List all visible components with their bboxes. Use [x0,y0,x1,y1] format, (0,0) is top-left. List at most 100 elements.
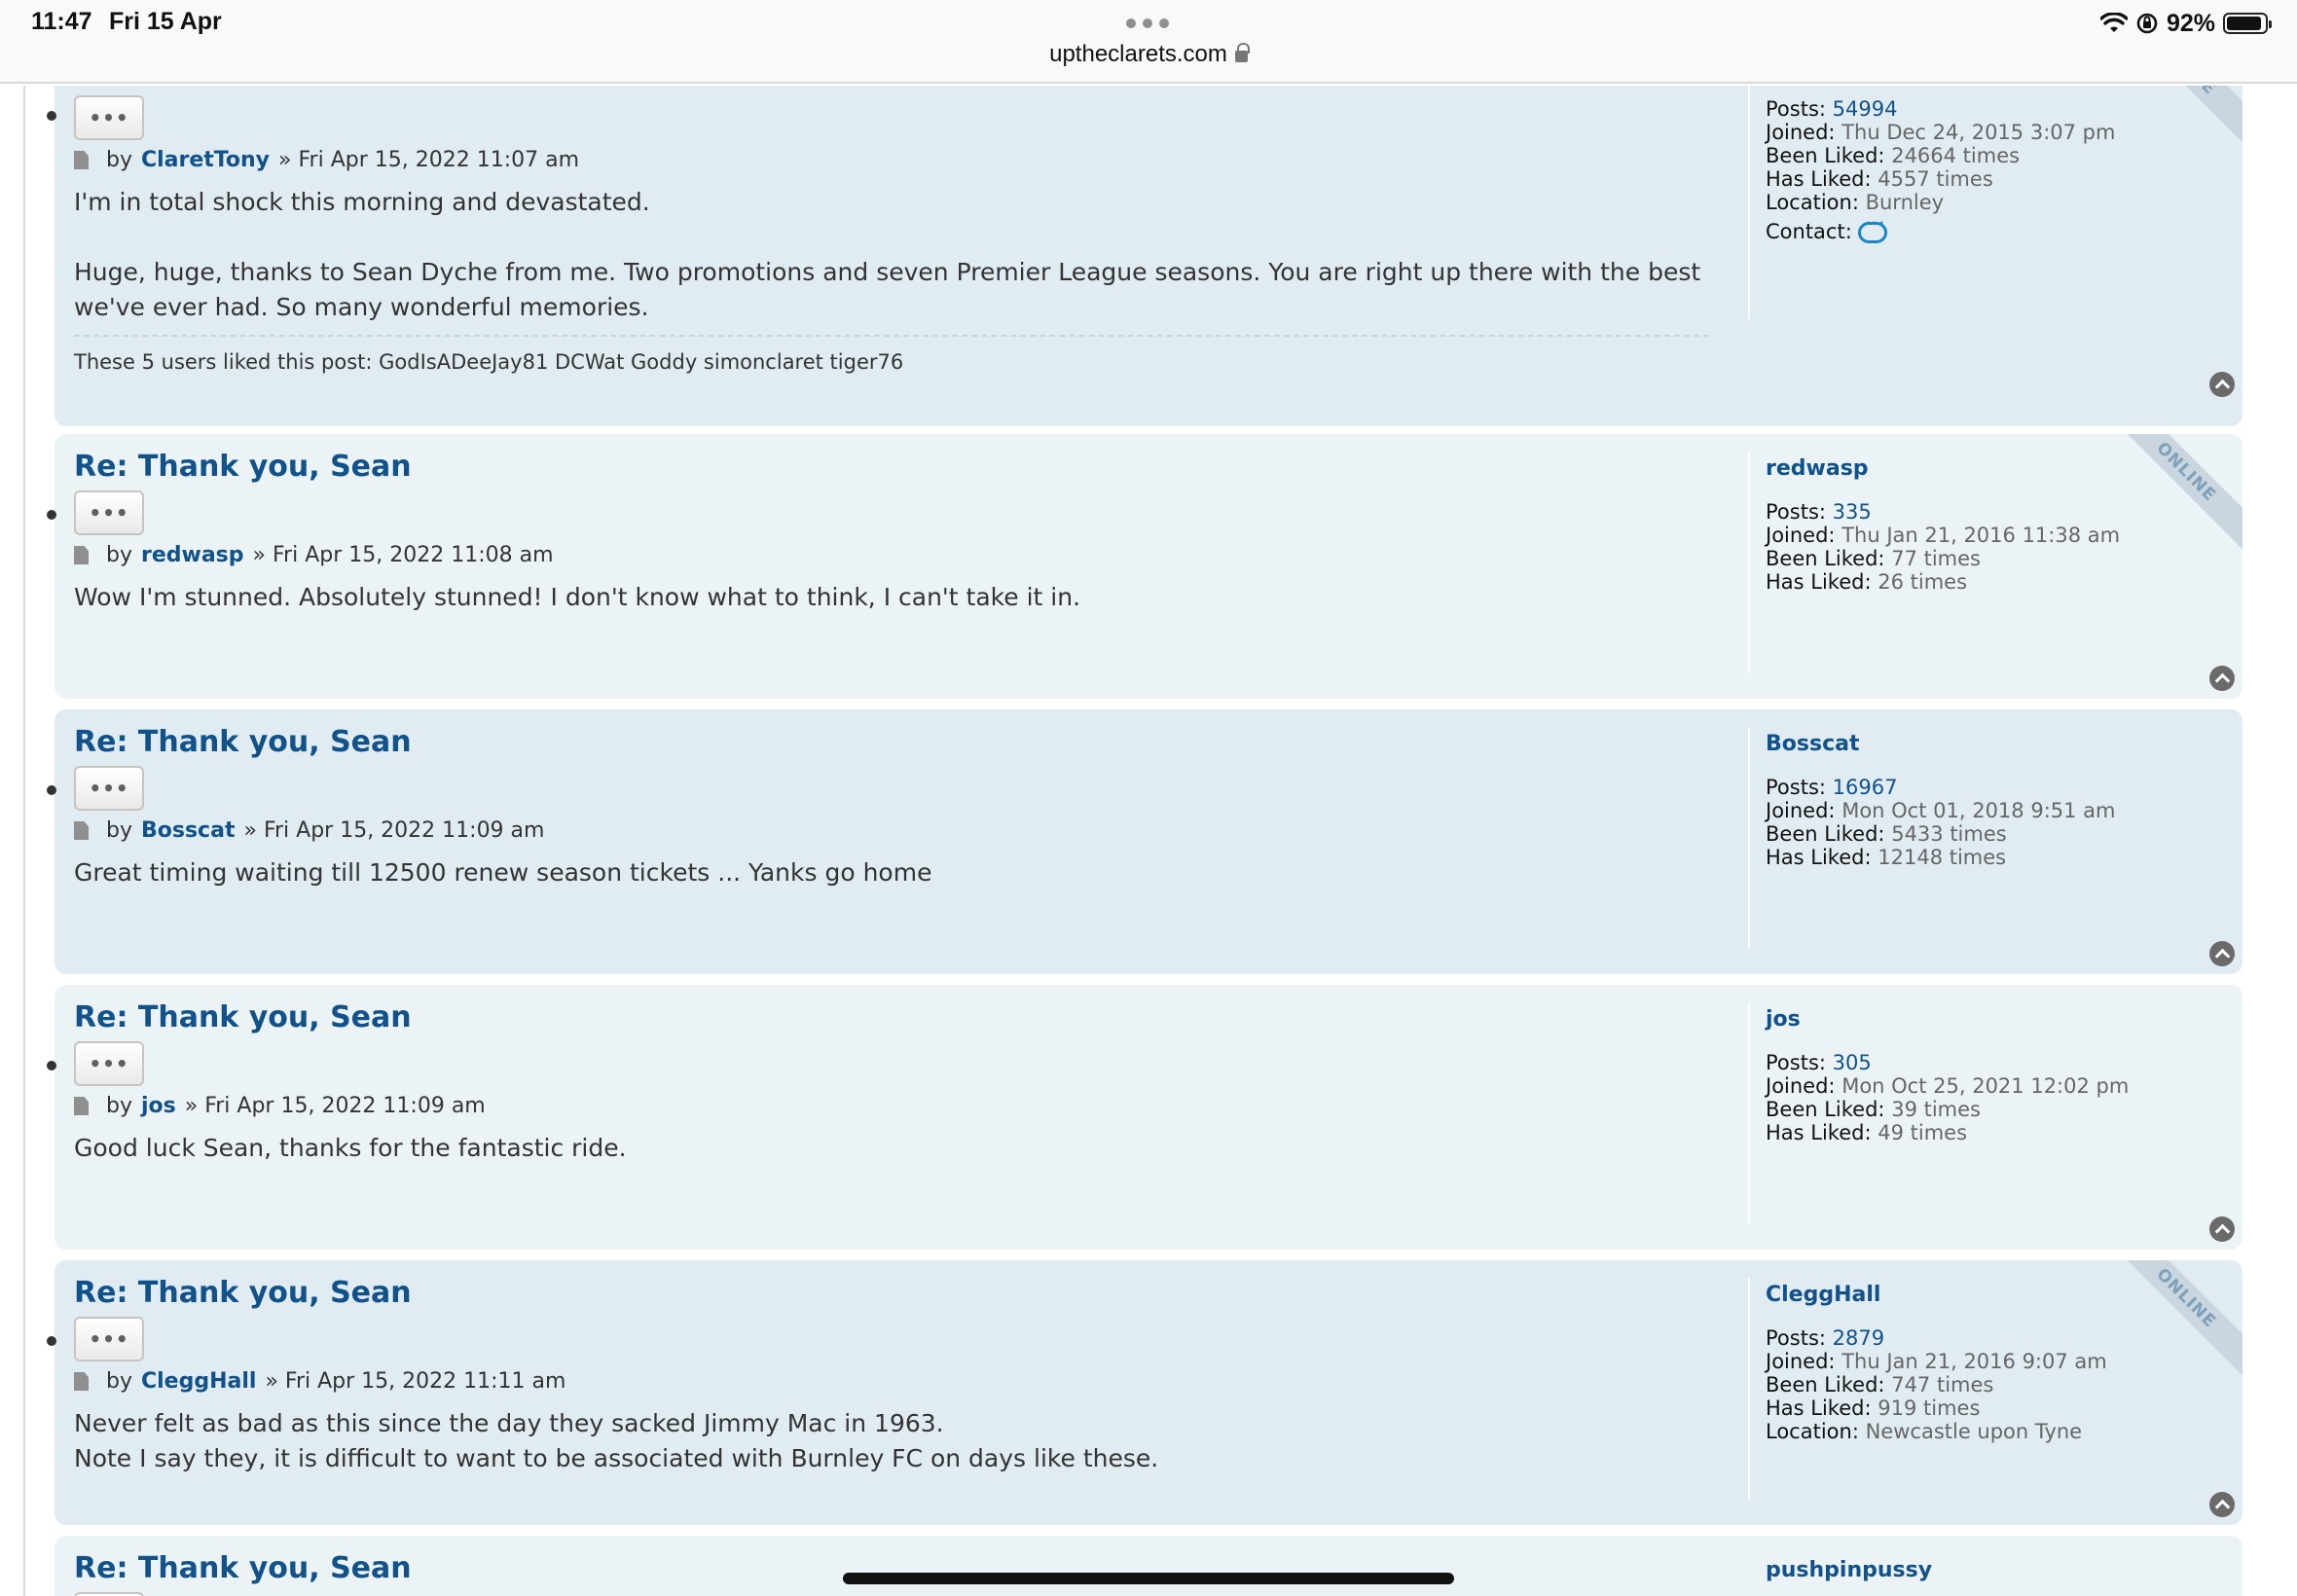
back-to-top-icon[interactable] [2209,666,2235,691]
post-date: Fri Apr 15, 2022 11:09 am [204,1094,486,1118]
post-actions-button[interactable]: ••• [74,1317,144,1361]
lock-icon [1234,43,1250,62]
profile-divider [1748,452,1750,673]
content-paragraph: Huge, huge, thanks to Sean Dyche from me… [74,258,1701,321]
post-title-link[interactable]: Re: Thank you, Sean [74,725,412,759]
author-link[interactable]: Bosscat [141,818,235,843]
status-indicators: 92% [2099,8,2272,39]
date-separator: » [265,1369,278,1394]
post-actions-button[interactable]: ••• [74,1041,144,1086]
post-byline: by Bosscat » Fri Apr 15, 2022 11:09 am [74,818,544,843]
author-link[interactable]: jos [141,1094,176,1118]
profile-username-link[interactable]: redwasp [1766,457,2120,481]
list-bullet [47,1336,56,1346]
list-bullet [47,510,56,520]
back-to-top-icon[interactable] [2209,1216,2235,1242]
post-icon[interactable] [74,546,89,564]
profile-username-link[interactable]: jos [1766,1008,2129,1032]
content-paragraph: Great timing waiting till 12500 renew se… [74,858,932,887]
wifi-icon [2099,13,2128,32]
posts-count-link[interactable]: 16967 [1833,776,1898,799]
battery-percent: 92% [2166,9,2215,37]
post-content: Great timing waiting till 12500 renew se… [74,855,1748,890]
by-label: by [106,1369,132,1394]
post-date: Fri Apr 15, 2022 11:07 am [298,148,580,172]
post-title-link[interactable]: Re: Thank you, Sean [74,1000,412,1034]
post-byline: by ClaretTony » Fri Apr 15, 2022 11:07 a… [74,148,579,172]
author-profile: redwasp Posts: 335 Joined: Thu Jan 21, 2… [1766,456,2121,595]
post-date: Fri Apr 15, 2022 11:09 am [263,818,545,843]
profile-username-link[interactable]: Bosscat [1766,733,2116,756]
profile-divider [1748,1278,1750,1500]
by-label: by [106,1094,132,1118]
contact-chat-icon[interactable] [1857,213,1887,243]
post-content: Good luck Sean, thanks for the fantastic… [74,1131,1748,1166]
profile-username-link[interactable]: CleggHall [1766,1284,2107,1307]
list-bullet [47,111,56,121]
profile-divider [1748,727,1750,949]
content-paragraph: Wow I'm stunned. Absolutely stunned! I d… [74,583,1081,611]
post-actions-button[interactable]: ••• [74,1592,144,1596]
forum-page: ••• by ClaretTony » Fri Apr 15, 2022 11:… [0,86,2297,1596]
list-bullet [47,785,56,795]
author-profile: CleggHall Posts: 2879 Joined: Thu Jan 21… [1766,1283,2107,1444]
by-label: by [106,148,132,172]
author-profile: pushpinpussy [1766,1559,1932,1596]
browser-header: 11:47 Fri 15 Apr uptheclarets.com 92% [0,0,2297,84]
post-actions-button[interactable]: ••• [74,95,144,140]
date-separator: » [252,543,266,567]
post-content: Wow I'm stunned. Absolutely stunned! I d… [74,580,1748,615]
date-separator: » [184,1094,199,1118]
post-icon[interactable] [74,821,89,840]
back-to-top-icon[interactable] [2209,941,2235,966]
post-byline: by jos » Fri Apr 15, 2022 11:09 am [74,1094,486,1118]
home-indicator[interactable] [843,1573,1454,1584]
author-link[interactable]: CleggHall [141,1369,256,1394]
posts-count-link[interactable]: 2879 [1833,1326,1884,1350]
status-date: Fri 15 Apr [109,8,222,35]
url-text: uptheclarets.com [1049,41,1227,67]
post-date: Fri Apr 15, 2022 11:08 am [272,543,554,567]
by-label: by [106,543,132,567]
profile-divider [1748,1002,1750,1224]
back-to-top-icon[interactable] [2209,1492,2235,1517]
post-title-link[interactable]: Re: Thank you, Sean [74,1551,412,1585]
author-profile: jos Posts: 305 Joined: Mon Oct 25, 2021 … [1766,1007,2130,1145]
likes-divider [74,335,1709,337]
post-icon[interactable] [74,1372,89,1391]
post-byline: by CleggHall » Fri Apr 15, 2022 11:11 am [74,1369,565,1394]
back-to-top-icon[interactable] [2209,372,2235,397]
author-profile: Posts: 54994 Joined: Thu Dec 24, 2015 3:… [1766,97,2115,243]
post-icon[interactable] [74,1097,89,1115]
post-jos: Re: Thank you, Sean ••• by jos » Fri Apr… [55,985,2242,1250]
posts-count-link[interactable]: 54994 [1833,97,1898,121]
post-clegghall: Re: Thank you, Sean ••• by CleggHall » F… [55,1260,2242,1525]
author-link[interactable]: redwasp [141,543,244,567]
post-actions-button[interactable]: ••• [74,490,144,535]
post-content: I'm in total shock this morning and deva… [74,185,1748,325]
post-clarettony: ••• by ClaretTony » Fri Apr 15, 2022 11:… [55,86,2242,426]
post-actions-button[interactable]: ••• [74,766,144,811]
posts-count-link[interactable]: 335 [1833,500,1872,524]
online-ribbon: ONLINE [2126,434,2242,551]
online-ribbon: ONLINE [2126,1260,2242,1377]
post-redwasp: Re: Thank you, Sean ••• by redwasp » Fri… [55,434,2242,699]
posts-count-link[interactable]: 305 [1833,1051,1872,1074]
date-separator: » [278,148,292,172]
likes-list: These 5 users liked this post: GodIsADee… [74,350,904,374]
post-date: Fri Apr 15, 2022 11:11 am [284,1369,566,1394]
post-title-link[interactable]: Re: Thank you, Sean [74,450,412,484]
multitask-menu-icon[interactable] [1126,18,1169,28]
page-border [23,86,25,1596]
online-ribbon: ONLINE [2126,86,2242,144]
content-paragraph: I'm in total shock this morning and deva… [74,188,650,216]
orientation-lock-icon [2136,13,2158,34]
address-bar[interactable]: uptheclarets.com [0,41,2297,68]
content-paragraph: Never felt as bad as this since the day … [74,1409,1159,1472]
list-bullet [47,1061,56,1070]
post-icon[interactable] [74,151,89,169]
post-title-link[interactable]: Re: Thank you, Sean [74,1276,412,1310]
profile-username-link[interactable]: pushpinpussy [1766,1559,1932,1582]
author-link[interactable]: ClaretTony [141,148,270,172]
profile-divider [1748,86,1750,319]
